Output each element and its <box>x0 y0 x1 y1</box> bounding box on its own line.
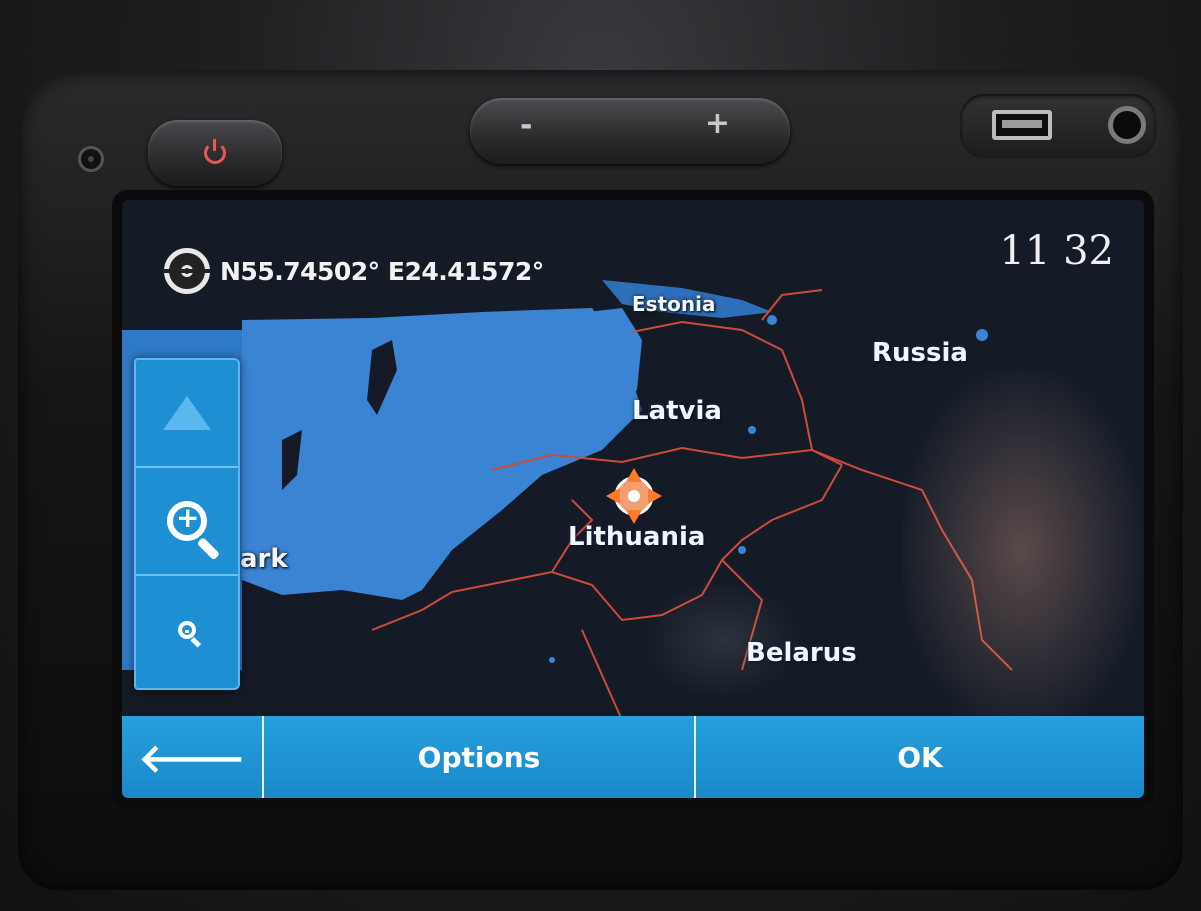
options-button[interactable]: Options <box>264 716 696 798</box>
microphone-icon <box>78 146 104 172</box>
zoom-in-icon <box>167 501 207 541</box>
power-button[interactable] <box>148 120 282 186</box>
usb-port-icon <box>992 110 1052 140</box>
volume-rocker[interactable]: - + <box>470 98 790 164</box>
power-icon <box>204 139 226 164</box>
volume-up-button[interactable]: + <box>705 106 730 141</box>
zoom-out-button[interactable] <box>136 576 238 684</box>
back-button[interactable]: 🡐 <box>122 716 264 798</box>
ok-button[interactable]: OK <box>696 716 1144 798</box>
coordinate-bar: N55.74502° E24.41572° <box>163 246 544 296</box>
back-arrow-icon: 🡐 <box>138 735 246 782</box>
zoom-in-button[interactable] <box>136 468 238 576</box>
north-up-button[interactable] <box>136 360 238 468</box>
port-panel <box>960 94 1156 158</box>
aux-jack-icon <box>1108 106 1146 144</box>
zoom-out-icon <box>178 621 196 639</box>
volume-down-button[interactable]: - <box>520 108 532 143</box>
map-label-estonia: Estonia <box>632 292 716 316</box>
map-label-denmark: ark <box>240 544 288 574</box>
position-cursor-icon[interactable] <box>604 462 664 528</box>
navigation-screen: N55.74502° E24.41572° 11 32 Estonia Russ… <box>122 200 1144 798</box>
bottom-action-bar: 🡐 Options OK <box>122 716 1144 798</box>
coordinates-readout: N55.74502° E24.41572° <box>220 256 544 286</box>
gps-crosshair-icon[interactable] <box>163 248 211 294</box>
map-label-latvia: Latvia <box>632 396 722 426</box>
map-label-russia: Russia <box>872 338 968 368</box>
map-controls-panel <box>134 358 240 690</box>
map-label-belarus: Belarus <box>746 638 857 668</box>
clock: 11 32 <box>999 228 1114 274</box>
north-arrow-icon <box>163 396 211 430</box>
